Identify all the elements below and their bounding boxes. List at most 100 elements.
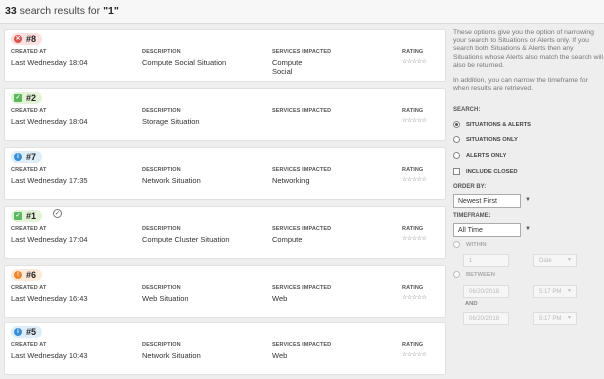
situation-id-badge[interactable]: ✓ #1 bbox=[11, 210, 43, 222]
from-time: 5:17 PM bbox=[539, 289, 562, 295]
created-at-label: CREATED AT bbox=[11, 226, 47, 232]
radio-alerts-only[interactable]: ALERTS ONLY bbox=[453, 152, 506, 159]
description-value: Storage Situation bbox=[142, 117, 200, 126]
chevron-down-icon[interactable]: ▼ bbox=[525, 226, 531, 232]
radio-button[interactable] bbox=[453, 271, 460, 278]
to-time-select[interactable]: 5:17 PM ▼ bbox=[533, 312, 577, 325]
rating-label: RATING bbox=[402, 226, 424, 232]
radio-within[interactable]: WITHIN bbox=[453, 241, 487, 248]
radio-label: ALERTS ONLY bbox=[466, 152, 507, 159]
result-card[interactable]: ✓ #2 CREATED AT DESCRIPTION SERVICES IMPA… bbox=[4, 88, 446, 141]
services-label: SERVICES IMPACTED bbox=[272, 285, 332, 291]
radio-situations-alerts[interactable]: SITUATIONS & ALERTS bbox=[453, 121, 531, 128]
include-closed-checkbox[interactable]: INCLUDE CLOSED bbox=[453, 168, 518, 175]
result-card[interactable]: ✓ #1 ✓ CREATED AT DESCRIPTION SERVICES IM… bbox=[4, 206, 446, 259]
rating-label: RATING bbox=[402, 49, 424, 55]
created-at-label: CREATED AT bbox=[11, 167, 47, 173]
description-value: Compute Social Situation bbox=[142, 58, 227, 67]
within-unit-select[interactable]: Date ▼ bbox=[533, 254, 577, 267]
results-title-text: search results for bbox=[16, 5, 104, 17]
from-time-select[interactable]: 5:17 PM ▼ bbox=[533, 285, 577, 298]
chevron-down-icon[interactable]: ▼ bbox=[525, 197, 531, 203]
result-card[interactable]: ✕ #8 CREATED AT DESCRIPTION SERVICES IMPA… bbox=[4, 29, 446, 82]
info-icon: i bbox=[14, 153, 22, 161]
description-value: Web Situation bbox=[142, 294, 189, 303]
within-number-input[interactable]: 1 bbox=[463, 254, 509, 267]
to-date-input[interactable]: 06/20/2018 bbox=[463, 312, 509, 325]
description-value: Network Situation bbox=[142, 176, 201, 185]
chevron-down-icon: ▼ bbox=[567, 288, 572, 294]
star-rating[interactable]: ☆☆☆☆☆ bbox=[402, 58, 427, 65]
radio-button[interactable] bbox=[453, 241, 460, 248]
search-label: SEARCH: bbox=[453, 107, 481, 113]
timeframe-select[interactable]: All Time bbox=[453, 223, 521, 237]
created-at-value: Last Wednesday 17:04 bbox=[11, 235, 88, 244]
search-options-panel: These options give you the option of nar… bbox=[453, 29, 604, 325]
result-count: 33 bbox=[5, 5, 17, 17]
created-at-label: CREATED AT bbox=[11, 342, 47, 348]
situation-id-badge[interactable]: i #7 bbox=[11, 151, 43, 163]
services-value: Networking bbox=[272, 176, 310, 185]
service-item: Compute bbox=[272, 58, 303, 67]
created-at-value: Last Wednesday 17:35 bbox=[11, 176, 88, 185]
order-by-select[interactable]: Newest First bbox=[453, 194, 521, 208]
services-label: SERVICES IMPACTED bbox=[272, 49, 332, 55]
situation-id-badge[interactable]: ✓ #2 bbox=[11, 92, 43, 104]
radio-button[interactable] bbox=[453, 121, 460, 128]
situation-id-badge[interactable]: ! #6 bbox=[11, 269, 43, 281]
situation-id-badge[interactable]: ✕ #8 bbox=[11, 33, 43, 45]
help-paragraph: In addition, you can narrow the timefram… bbox=[453, 77, 588, 93]
within-unit: Date bbox=[539, 258, 552, 264]
situation-id: #1 bbox=[26, 211, 37, 221]
services-value: Compute Social bbox=[272, 58, 302, 76]
situation-id: #7 bbox=[26, 152, 37, 162]
created-at-value: Last Wednesday 18:04 bbox=[11, 58, 88, 67]
star-rating[interactable]: ☆☆☆☆☆ bbox=[402, 294, 427, 301]
radio-button[interactable] bbox=[453, 152, 460, 159]
from-date: 06/20/2018 bbox=[469, 289, 500, 295]
result-card[interactable]: i #7 CREATED AT DESCRIPTION SERVICES IMPA… bbox=[4, 147, 446, 200]
situation-id: #8 bbox=[26, 34, 37, 44]
star-rating[interactable]: ☆☆☆☆☆ bbox=[402, 351, 427, 358]
description-label: DESCRIPTION bbox=[142, 342, 181, 348]
result-card[interactable]: i #5 CREATED AT DESCRIPTION SERVICES IMPA… bbox=[4, 322, 446, 375]
from-date-input[interactable]: 06/20/2018 bbox=[463, 285, 509, 298]
resolved-check-icon: ✓ bbox=[53, 209, 62, 218]
within-number: 1 bbox=[469, 258, 473, 264]
rating-label: RATING bbox=[402, 285, 424, 291]
created-at-label: CREATED AT bbox=[11, 49, 47, 55]
result-card[interactable]: ! #6 CREATED AT DESCRIPTION SERVICES IMPA… bbox=[4, 265, 446, 318]
help-text: These options give you the option of nar… bbox=[453, 29, 604, 93]
radio-label: WITHIN bbox=[466, 241, 487, 248]
description-label: DESCRIPTION bbox=[142, 167, 181, 173]
rating-label: RATING bbox=[402, 167, 424, 173]
star-rating[interactable]: ☆☆☆☆☆ bbox=[402, 176, 427, 183]
services-label: SERVICES IMPACTED bbox=[272, 167, 332, 173]
description-label: DESCRIPTION bbox=[142, 49, 181, 55]
service-item: Social bbox=[272, 67, 293, 76]
created-at-label: CREATED AT bbox=[11, 285, 47, 291]
to-date: 06/20/2018 bbox=[469, 316, 500, 322]
description-label: DESCRIPTION bbox=[142, 285, 181, 291]
services-label: SERVICES IMPACTED bbox=[272, 342, 332, 348]
warning-icon: ! bbox=[14, 271, 22, 279]
description-value: Compute Cluster Situation bbox=[142, 235, 230, 244]
rating-label: RATING bbox=[402, 108, 424, 114]
radio-situations-only[interactable]: SITUATIONS ONLY bbox=[453, 136, 518, 143]
results-title: 33 search results for "1" bbox=[5, 5, 119, 17]
star-rating[interactable]: ☆☆☆☆☆ bbox=[402, 117, 427, 124]
results-header: 33 search results for "1" bbox=[0, 0, 604, 24]
chevron-down-icon: ▼ bbox=[567, 257, 572, 263]
radio-button[interactable] bbox=[453, 136, 460, 143]
radio-label: BETWEEN bbox=[466, 271, 495, 278]
situation-id: #2 bbox=[26, 93, 37, 103]
created-at-value: Last Wednesday 18:04 bbox=[11, 117, 88, 126]
radio-between[interactable]: BETWEEN bbox=[453, 271, 495, 278]
services-label: SERVICES IMPACTED bbox=[272, 108, 332, 114]
checkbox-label: INCLUDE CLOSED bbox=[466, 168, 518, 175]
checkmark-icon: ✓ bbox=[14, 94, 22, 102]
situation-id-badge[interactable]: i #5 bbox=[11, 326, 43, 338]
checkbox[interactable] bbox=[453, 168, 460, 175]
rating-label: RATING bbox=[402, 342, 424, 348]
star-rating[interactable]: ☆☆☆☆☆ bbox=[402, 235, 427, 242]
